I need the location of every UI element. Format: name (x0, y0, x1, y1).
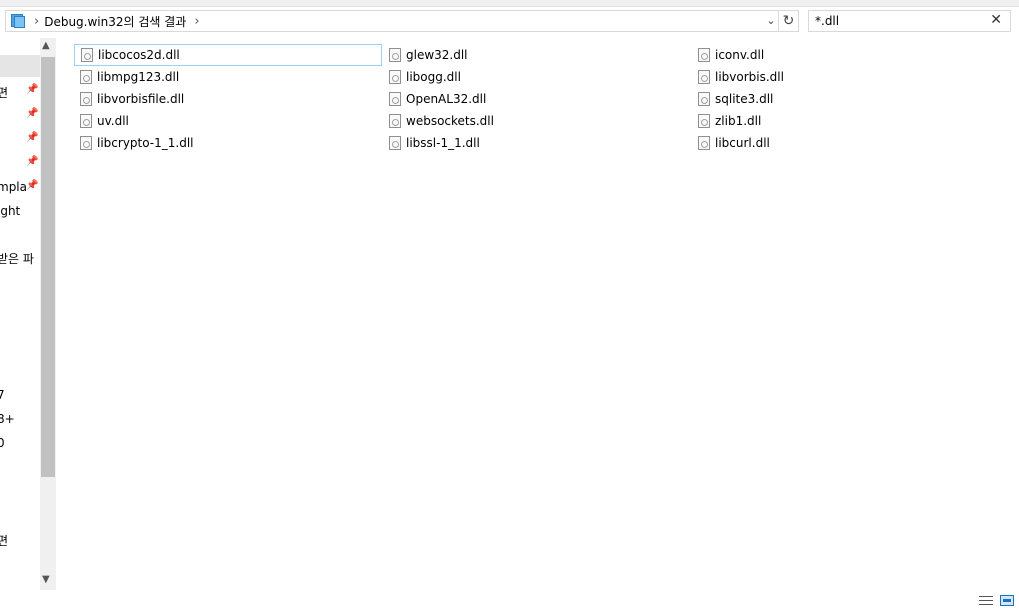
pin-icon[interactable]: 📌 (26, 156, 38, 167)
file-item[interactable]: uv.dll (74, 110, 382, 132)
dll-file-icon (80, 136, 92, 150)
file-item[interactable]: iconv.dll (692, 44, 992, 66)
file-name: zlib1.dll (715, 114, 762, 128)
status-bar (0, 590, 1019, 610)
file-name: libvorbis.dll (715, 70, 784, 84)
pin-icon[interactable]: 📌 (26, 84, 38, 95)
nav-item[interactable]: 받은 파 (0, 250, 34, 267)
search-results-list[interactable]: libcocos2d.dll glew32.dll iconv.dll libmpg1… (56, 38, 1019, 590)
file-name: libcurl.dll (715, 136, 770, 150)
title-strip (0, 0, 1019, 7)
dll-file-icon (389, 136, 401, 150)
dll-file-icon (698, 70, 710, 84)
dll-file-icon (389, 92, 401, 106)
details-view-icon[interactable] (979, 595, 993, 606)
breadcrumb-chevron-icon[interactable]: › (34, 14, 39, 29)
pin-icon[interactable]: 📌 (26, 180, 38, 191)
pin-icon[interactable]: 📌 (26, 132, 38, 143)
file-item[interactable]: libvorbis.dll (692, 66, 992, 88)
dll-file-icon (389, 70, 401, 84)
breadcrumb-current[interactable]: Debug.win32의 검색 결과 (44, 13, 186, 30)
dll-file-icon (698, 136, 710, 150)
search-results-folder-icon (10, 13, 26, 29)
address-bar[interactable]: › Debug.win32의 검색 결과 › ⌄ ↻ (5, 10, 799, 32)
dll-file-icon (698, 48, 710, 62)
close-icon[interactable]: ✕ (990, 12, 1002, 28)
dll-file-icon (80, 70, 92, 84)
file-item[interactable]: libogg.dll (383, 66, 683, 88)
nav-scrollbar[interactable]: ▲ ▼ (40, 38, 56, 590)
scroll-up-icon[interactable]: ▲ (42, 40, 50, 51)
file-item[interactable]: libcurl.dll (692, 132, 992, 154)
refresh-icon[interactable]: ↻ (778, 11, 798, 31)
file-item[interactable]: libcrypto-1_1.dll (74, 132, 382, 154)
file-name: libcrypto-1_1.dll (97, 136, 194, 150)
large-icons-view-icon[interactable] (1000, 595, 1014, 606)
dll-file-icon (389, 48, 401, 62)
nav-item[interactable]: 7 (0, 388, 5, 402)
breadcrumb-chevron-icon-end[interactable]: › (194, 14, 199, 29)
nav-item[interactable]: 8+ (0, 412, 15, 426)
file-item[interactable]: libssl-1_1.dll (383, 132, 683, 154)
file-item[interactable]: glew32.dll (383, 44, 683, 66)
search-box[interactable]: ✕ (808, 10, 1011, 32)
pin-icon[interactable]: 📌 (26, 108, 38, 119)
nav-item[interactable]: mpla (0, 180, 27, 194)
file-item[interactable]: sqlite3.dll (692, 88, 992, 110)
nav-item[interactable]: 0 (0, 436, 5, 450)
navigation-pane[interactable]: 편 📌 📌 📌 📌 mpla 📌 ight 받은 파 7 8+ 0 편 (0, 38, 40, 590)
nav-item[interactable]: 편 (0, 84, 8, 101)
file-name: libmpg123.dll (97, 70, 180, 84)
file-item[interactable]: libcocos2d.dll (74, 44, 382, 66)
dll-file-icon (698, 114, 710, 128)
search-input[interactable] (815, 13, 985, 29)
file-item[interactable]: zlib1.dll (692, 110, 992, 132)
dll-file-icon (80, 92, 92, 106)
file-name: glew32.dll (406, 48, 468, 62)
file-item[interactable]: OpenAL32.dll (383, 88, 683, 110)
file-item[interactable]: websockets.dll (383, 110, 683, 132)
scrollbar-thumb[interactable] (41, 57, 55, 477)
file-name: iconv.dll (715, 48, 765, 62)
file-name: websockets.dll (406, 114, 494, 128)
file-name: OpenAL32.dll (406, 92, 487, 106)
file-name: sqlite3.dll (715, 92, 774, 106)
file-name: libvorbisfile.dll (97, 92, 185, 106)
file-item[interactable]: libmpg123.dll (74, 66, 382, 88)
nav-item[interactable]: 편 (0, 532, 8, 549)
file-item[interactable]: libvorbisfile.dll (74, 88, 382, 110)
file-name: libogg.dll (406, 70, 461, 84)
chevron-down-icon[interactable]: ⌄ (764, 13, 778, 29)
file-name: libcocos2d.dll (98, 48, 180, 62)
dll-file-icon (81, 48, 93, 62)
nav-item[interactable]: ight (0, 204, 20, 218)
dll-file-icon (389, 114, 401, 128)
file-name: libssl-1_1.dll (406, 136, 480, 150)
dll-file-icon (80, 114, 92, 128)
file-name: uv.dll (97, 114, 129, 128)
dll-file-icon (698, 92, 710, 106)
nav-selected-item[interactable] (0, 55, 40, 77)
scroll-down-icon[interactable]: ▼ (42, 574, 50, 585)
